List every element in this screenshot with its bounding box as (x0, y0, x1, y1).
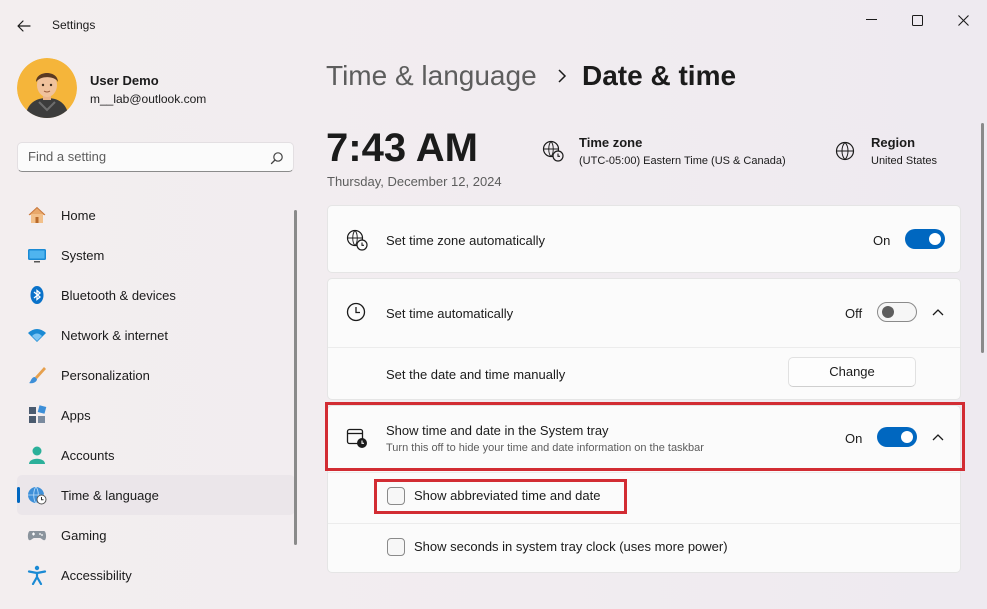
avatar-image (17, 58, 77, 118)
bluetooth-icon (30, 286, 44, 304)
home-icon (28, 206, 46, 223)
back-arrow-icon (17, 20, 31, 32)
sidebar-item-accounts[interactable]: Accounts (17, 435, 295, 475)
sidebar-item-network[interactable]: Network & internet (17, 315, 295, 355)
chevron-up-icon[interactable] (931, 431, 945, 445)
time-auto-toggle[interactable] (877, 302, 917, 322)
checkbox-label[interactable]: Show seconds in system tray clock (uses … (414, 539, 728, 554)
maximize-icon (911, 14, 923, 26)
sidebar-nav: Home System Bluetooth & devices Network … (17, 195, 295, 595)
avatar[interactable] (17, 58, 77, 118)
timezone-auto-toggle[interactable] (905, 229, 945, 249)
globe-clock-icon (28, 486, 47, 505)
sidebar-item-bluetooth[interactable]: Bluetooth & devices (17, 275, 295, 315)
sidebar-item-label: System (61, 248, 105, 263)
window-title: Settings (52, 18, 96, 32)
divider (328, 523, 960, 524)
toggle-knob (901, 431, 913, 443)
divider (328, 347, 960, 348)
toggle-state-text: On (845, 431, 863, 446)
user-email: m__lab@outlook.com (90, 92, 207, 106)
search-input[interactable] (28, 149, 258, 164)
breadcrumb-chevron-icon (558, 69, 567, 83)
back-button[interactable] (10, 12, 38, 40)
apps-icon (29, 405, 47, 423)
sidebar-item-time-language[interactable]: Time & language (17, 475, 295, 515)
sidebar-item-system[interactable]: System (17, 235, 295, 275)
setting-description: Turn this off to hide your time and date… (386, 442, 704, 454)
show-seconds-checkbox[interactable] (387, 538, 405, 556)
setting-label: Set time zone automatically (386, 233, 545, 248)
toggle-knob (929, 233, 941, 245)
maximize-button[interactable] (894, 6, 940, 34)
toggle-state-text: Off (845, 306, 863, 321)
main-scrollbar[interactable] (981, 123, 984, 353)
sidebar-item-home[interactable]: Home (17, 195, 295, 235)
brush-icon (29, 367, 46, 384)
user-name: User Demo (90, 73, 159, 88)
accessibility-icon (27, 565, 47, 585)
region-value: United States (871, 155, 938, 167)
page-title: Date & time (582, 60, 737, 91)
setting-label: Set time automatically (386, 306, 514, 321)
setting-card-system-tray: Show time and date in the System tray Tu… (327, 405, 961, 573)
sidebar-item-label: Network & internet (61, 328, 168, 343)
minimize-icon (865, 19, 877, 20)
search-icon[interactable] (270, 151, 284, 165)
globe-icon (835, 141, 855, 161)
timezone-auto-icon (346, 229, 368, 251)
setting-card-timezone-auto: Set time zone automatically On (327, 205, 961, 273)
breadcrumb-parent[interactable]: Time & language (326, 60, 537, 92)
sidebar-item-label: Accessibility (61, 568, 132, 583)
toggle-knob (882, 306, 894, 318)
change-date-time-button[interactable]: Change (788, 357, 916, 387)
sidebar-scrollbar[interactable] (294, 210, 297, 545)
sidebar-item-label: Gaming (61, 528, 107, 543)
checkbox-label[interactable]: Show abbreviated time and date (414, 488, 600, 503)
close-icon (957, 14, 969, 26)
wifi-icon (28, 329, 46, 342)
setting-label: Set the date and time manually (386, 367, 566, 382)
setting-label: Show time and date in the System tray (386, 423, 609, 438)
current-time: 7:43 AM (326, 126, 478, 170)
search-box[interactable] (17, 142, 294, 172)
abbreviated-time-checkbox[interactable] (387, 487, 405, 505)
timezone-title: Time zone (579, 135, 643, 150)
gamepad-icon (27, 531, 47, 541)
calendar-clock-icon (346, 428, 367, 448)
region-title: Region (871, 135, 916, 150)
toggle-state-text: On (873, 233, 891, 248)
divider (328, 472, 960, 473)
sidebar-item-label: Home (61, 208, 96, 223)
timezone-icon (542, 140, 564, 162)
sidebar-item-apps[interactable]: Apps (17, 395, 295, 435)
clock-icon (346, 302, 366, 322)
setting-card-time-auto: Set time automatically Off Set the date … (327, 278, 961, 400)
timezone-value: (UTC-05:00) Eastern Time (US & Canada) (579, 155, 786, 167)
sidebar-item-label: Time & language (61, 488, 159, 503)
current-date: Thursday, December 12, 2024 (327, 174, 502, 189)
sidebar-item-gaming[interactable]: Gaming (17, 515, 295, 555)
close-button[interactable] (940, 6, 986, 34)
sidebar-item-personalization[interactable]: Personalization (17, 355, 295, 395)
system-icon (28, 249, 46, 263)
sidebar-item-label: Apps (61, 408, 91, 423)
system-tray-toggle[interactable] (877, 427, 917, 447)
sidebar-item-label: Personalization (61, 368, 150, 383)
chevron-up-icon[interactable] (931, 306, 945, 320)
active-indicator (17, 487, 20, 503)
sidebar-item-label: Accounts (61, 448, 115, 463)
sidebar-item-accessibility[interactable]: Accessibility (17, 555, 295, 595)
minimize-button[interactable] (848, 6, 894, 34)
sidebar-item-label: Bluetooth & devices (61, 288, 176, 303)
accounts-icon (29, 446, 45, 464)
